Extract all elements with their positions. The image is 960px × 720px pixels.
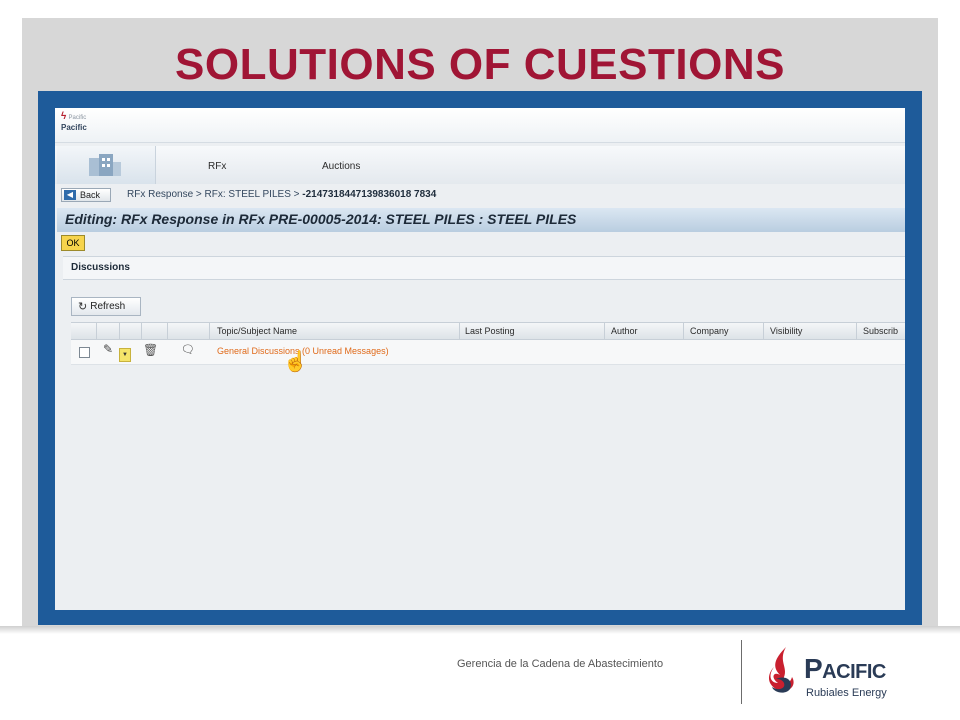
column-separator	[96, 323, 97, 339]
breadcrumb-id: -2147318447139836018 7834	[302, 189, 437, 200]
column-header-topic[interactable]: Topic/Subject Name	[217, 326, 297, 336]
app-logo-top: Pacific	[68, 115, 87, 121]
table-header: Topic/Subject Name Last Posting Author C…	[71, 322, 905, 340]
column-separator	[119, 323, 120, 339]
column-header-visibility[interactable]: Visibility	[770, 326, 802, 336]
row-actions-dropdown-icon[interactable]: ▼	[119, 348, 131, 362]
slide-title: SOLUTIONS OF CUESTIONS	[175, 40, 785, 89]
row-checkbox[interactable]	[79, 347, 90, 358]
flame-icon: ϟ	[61, 111, 67, 122]
app-navbar: RFx Auctions	[55, 146, 905, 184]
column-separator	[604, 323, 605, 339]
discussions-section: Discussions	[63, 256, 905, 280]
hand-cursor-icon: ☝	[283, 351, 308, 373]
footer-text: Gerencia de la Cadena de Abastecimiento	[457, 658, 664, 670]
nav-item-rfx[interactable]: RFx	[208, 161, 226, 172]
column-separator	[141, 323, 142, 339]
column-separator	[459, 323, 460, 339]
home-tab[interactable]	[57, 146, 156, 184]
pacific-logo: Pacific Rubiales Energy	[764, 643, 924, 703]
column-separator	[856, 323, 857, 339]
refresh-icon: ↻	[78, 301, 88, 313]
refresh-button[interactable]: ↻ Refresh	[71, 297, 141, 316]
building-icon	[89, 154, 121, 176]
discussion-bubble-icon: 🗨	[181, 344, 195, 356]
ok-button[interactable]: OK	[61, 235, 85, 251]
table-row: ✎ ▼ 🗑 🗨 General Discussions (0 Unread Me…	[71, 340, 905, 365]
editing-title: Editing: RFx Response in RFx PRE-00005-2…	[65, 211, 577, 227]
editing-header: Editing: RFx Response in RFx PRE-00005-2…	[57, 208, 905, 232]
back-button[interactable]: ◀ Back	[61, 188, 111, 202]
app-logo: ϟ Pacific Pacific	[61, 112, 107, 138]
section-title: Discussions	[71, 262, 130, 273]
column-header-last-posting[interactable]: Last Posting	[465, 326, 515, 336]
column-separator	[763, 323, 764, 339]
refresh-button-label: Refresh	[90, 301, 126, 312]
logo-word: Pacific	[804, 653, 886, 684]
footer-divider	[741, 640, 742, 704]
back-arrow-icon: ◀	[64, 190, 76, 200]
discussions-table: Topic/Subject Name Last Posting Author C…	[71, 322, 905, 365]
logo-subtitle: Rubiales Energy	[806, 687, 887, 699]
slide-shadow	[0, 626, 960, 634]
edit-pencil-icon[interactable]: ✎	[103, 342, 113, 356]
column-header-author[interactable]: Author	[611, 326, 638, 336]
column-separator	[683, 323, 684, 339]
delete-trash-icon[interactable]: 🗑	[143, 343, 158, 357]
breadcrumb-path[interactable]: RFx Response > RFx: STEEL PILES >	[127, 189, 299, 200]
column-header-subscribed[interactable]: Subscrib	[863, 326, 898, 336]
back-button-label: Back	[80, 190, 101, 200]
breadcrumb: ◀ Back RFx Response > RFx: STEEL PILES >…	[55, 186, 905, 206]
column-header-company[interactable]: Company	[690, 326, 729, 336]
column-separator	[167, 323, 168, 339]
nav-item-auctions[interactable]: Auctions	[322, 161, 360, 172]
app-screenshot: ϟ Pacific Pacific RFx Auctions ◀ Back RF…	[55, 108, 905, 610]
app-logo-brand: Pacific	[61, 123, 87, 132]
breadcrumb-path-container: RFx Response > RFx: STEEL PILES > -21473…	[127, 189, 436, 200]
app-topbar: ϟ Pacific Pacific	[55, 108, 905, 143]
column-separator	[209, 323, 210, 339]
pacific-flame-logo-icon	[769, 647, 794, 693]
